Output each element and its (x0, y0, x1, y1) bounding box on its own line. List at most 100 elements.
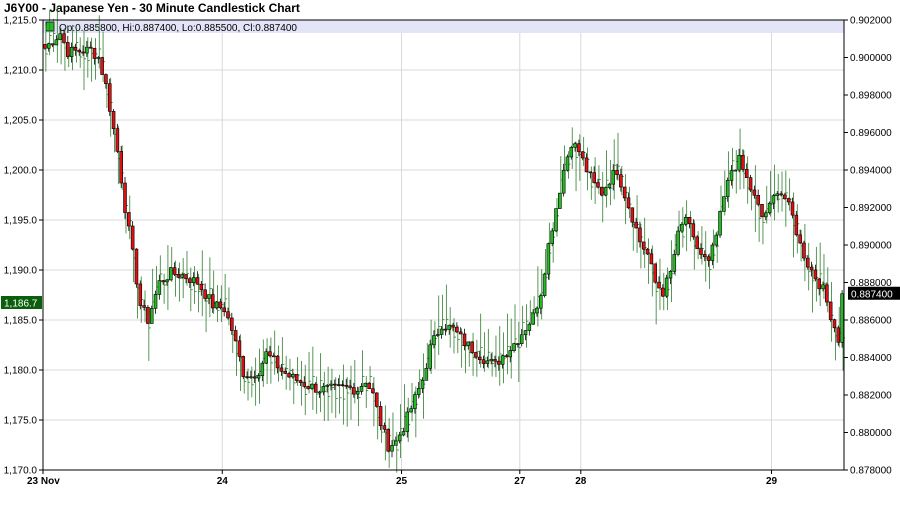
candle-body (195, 277, 200, 285)
candle-body (241, 356, 246, 377)
x-tick-label: 28 (575, 476, 587, 487)
candle-body (107, 83, 112, 112)
left-tick-label: 1,205.0 (4, 116, 38, 127)
candle-body (165, 279, 169, 283)
candle-body (333, 383, 337, 386)
right-current-label: 0.887400 (851, 289, 893, 300)
candle-body (409, 408, 413, 413)
candle-body (500, 355, 505, 365)
left-tick-label: 1,190.0 (4, 266, 38, 277)
right-tick-label: 0.884000 (850, 353, 892, 364)
candle-body (451, 324, 455, 328)
candle-body (508, 350, 513, 358)
candle-body (687, 217, 692, 225)
candle-body (607, 183, 612, 188)
candle-body (447, 324, 452, 330)
candle-body (722, 196, 726, 212)
candle-body (168, 267, 173, 281)
right-tick-label: 0.898000 (850, 91, 892, 102)
candle-body (188, 278, 192, 283)
candle-body (317, 391, 322, 394)
candle-body (287, 373, 291, 378)
candle-body (676, 230, 680, 255)
candle-body (237, 340, 242, 357)
candle-body (474, 352, 478, 358)
candle-body (710, 244, 715, 261)
candle-body (214, 301, 219, 309)
candle-body (825, 284, 829, 303)
candle-body (538, 295, 543, 309)
candle-body (66, 42, 70, 57)
right-tick-label: 0.902000 (850, 16, 892, 27)
badge-layer: 1,186.7 0.887400 (1, 286, 900, 310)
candle-body (584, 157, 589, 173)
candle-body (790, 201, 795, 216)
candle-body (558, 192, 562, 209)
candle-body (43, 44, 47, 49)
candle-body (58, 33, 62, 41)
candle-body (443, 328, 448, 331)
candle-body (77, 49, 82, 53)
candle-body (516, 343, 520, 345)
candle-body (306, 386, 310, 389)
candle-body (798, 234, 802, 244)
candle-body (725, 180, 730, 197)
candle-body (680, 223, 684, 232)
candle-body (394, 440, 398, 446)
candle-body (302, 382, 307, 387)
candle-body (455, 326, 459, 333)
candle-body (794, 214, 799, 236)
x-tick-label: 27 (514, 476, 526, 487)
candle-body (191, 277, 196, 283)
candle-body (626, 197, 631, 209)
x-tick-label: 25 (396, 476, 408, 487)
candle-body (88, 46, 93, 49)
candle-body (268, 351, 272, 357)
candle-body (817, 278, 821, 290)
candle-body (649, 253, 654, 265)
candle-body (699, 248, 703, 255)
candle-body (489, 359, 493, 362)
candle-body (413, 394, 417, 409)
candle-body (512, 343, 516, 351)
candle-body (645, 248, 650, 255)
candle-body (809, 266, 814, 271)
candle-body (435, 334, 440, 336)
candle-body (519, 334, 524, 344)
candle-body (73, 47, 78, 51)
candle-body (542, 273, 547, 296)
candle-body (264, 351, 268, 364)
candle-body (550, 230, 554, 244)
candle-body (161, 280, 165, 283)
candle-body (802, 242, 806, 259)
right-tick-label: 0.886000 (850, 316, 892, 327)
candle-body (493, 359, 497, 362)
candle-body (580, 151, 585, 159)
candle-body (600, 186, 604, 196)
candle-body (210, 294, 215, 309)
candle-body (252, 376, 257, 379)
candle-body (245, 376, 249, 378)
candle-body (283, 371, 287, 374)
candle-body (180, 274, 185, 278)
candle-body (661, 287, 665, 297)
candle-body (363, 382, 368, 387)
candle-body (752, 189, 757, 196)
candle-body (672, 254, 677, 272)
left-tick-label: 1,195.0 (4, 216, 38, 227)
candle-body (313, 383, 318, 393)
candle-body (298, 380, 303, 383)
candle-body (630, 207, 635, 223)
candle-body (69, 47, 74, 57)
candle-body (779, 193, 783, 196)
candle-body (733, 169, 738, 172)
right-tick-label: 0.894000 (850, 166, 892, 177)
candle-body (760, 204, 764, 218)
candle-body (374, 392, 379, 407)
plot-frame (42, 19, 845, 471)
candle-body (641, 241, 646, 250)
candle-body (504, 355, 509, 358)
right-tick-label: 0.892000 (850, 203, 892, 214)
candle-body (416, 388, 421, 395)
right-tick-label: 0.878000 (850, 466, 892, 477)
